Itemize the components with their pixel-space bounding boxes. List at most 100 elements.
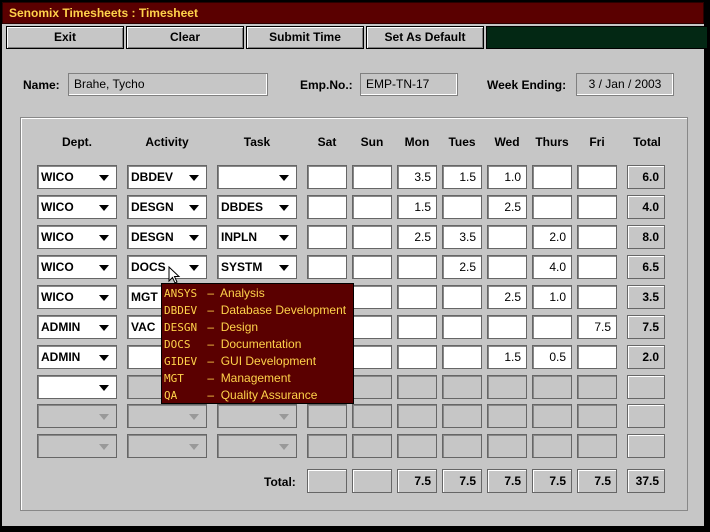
- dept-select: [37, 434, 117, 458]
- window-title: Senomix Timesheets : Timesheet: [9, 6, 198, 20]
- dept-select[interactable]: ADMIN: [37, 315, 117, 339]
- activity-menu-item[interactable]: MGT – Management: [164, 371, 291, 385]
- activity-menu-item[interactable]: DESGN – Design: [164, 320, 258, 334]
- task-select[interactable]: INPLN: [217, 225, 297, 249]
- set-as-default-button[interactable]: Set As Default: [366, 26, 484, 49]
- hours-cell-thurs[interactable]: 2.0: [532, 225, 572, 249]
- hours-cell-sat[interactable]: [307, 225, 347, 249]
- col-header-wed: Wed: [494, 135, 520, 149]
- total-mon: 7.5: [397, 469, 437, 493]
- dept-select-value: ADMIN: [41, 350, 81, 364]
- activity-select: [127, 404, 207, 428]
- hours-cell-tues[interactable]: [442, 195, 482, 219]
- hours-cell-sat: [307, 404, 347, 428]
- hours-cell-wed[interactable]: [487, 255, 527, 279]
- hours-cell-sun[interactable]: [352, 255, 392, 279]
- hours-cell-sun[interactable]: [352, 195, 392, 219]
- week-ending-label: Week Ending:: [487, 78, 567, 92]
- total-wed: 7.5: [487, 469, 527, 493]
- hours-cell-thurs[interactable]: 0.5: [532, 345, 572, 369]
- hours-cell-fri[interactable]: [577, 165, 617, 189]
- hours-cell-mon[interactable]: [397, 285, 437, 309]
- dept-select[interactable]: WICO: [37, 165, 117, 189]
- hours-cell-sun[interactable]: [352, 285, 392, 309]
- submit-time-button[interactable]: Submit Time: [246, 26, 364, 49]
- hours-cell-mon[interactable]: 2.5: [397, 225, 437, 249]
- hours-cell-thurs[interactable]: 1.0: [532, 285, 572, 309]
- activity-menu-item[interactable]: DOCS – Documentation: [164, 337, 301, 351]
- hours-cell-thurs[interactable]: [532, 195, 572, 219]
- hours-cell-sun[interactable]: [352, 165, 392, 189]
- total-sat: [307, 469, 347, 493]
- activity-select-value: DESGN: [131, 230, 174, 244]
- task-select[interactable]: DBDES: [217, 195, 297, 219]
- dept-select[interactable]: WICO: [37, 195, 117, 219]
- hours-cell-sat[interactable]: [307, 255, 347, 279]
- hours-cell-wed[interactable]: 1.5: [487, 345, 527, 369]
- dept-select[interactable]: ADMIN: [37, 345, 117, 369]
- hours-cell-fri[interactable]: [577, 255, 617, 279]
- hours-cell-tues[interactable]: 3.5: [442, 225, 482, 249]
- hours-cell-tues[interactable]: [442, 345, 482, 369]
- dept-select[interactable]: WICO: [37, 285, 117, 309]
- hours-cell-wed[interactable]: [487, 225, 527, 249]
- activity-select[interactable]: DOCS: [127, 255, 207, 279]
- hours-cell-mon[interactable]: [397, 255, 437, 279]
- hours-cell-sat[interactable]: [307, 165, 347, 189]
- task-select[interactable]: SYSTM: [217, 255, 297, 279]
- activity-code: DESGN: [164, 321, 198, 334]
- dept-select[interactable]: WICO: [37, 255, 117, 279]
- activity-menu-item[interactable]: ANSYS – Analysis: [164, 286, 265, 300]
- row-total: 8.0: [627, 225, 665, 249]
- hours-cell-wed[interactable]: 2.5: [487, 195, 527, 219]
- col-header-total: Total: [633, 135, 661, 149]
- exit-button[interactable]: Exit: [6, 26, 124, 49]
- task-select-value: DBDES: [221, 200, 264, 214]
- hours-cell-mon: [397, 375, 437, 399]
- hours-cell-fri[interactable]: [577, 285, 617, 309]
- hours-cell-sun[interactable]: [352, 345, 392, 369]
- activity-menu-item[interactable]: DBDEV – Database Development: [164, 303, 346, 317]
- activity-select-value: DBDEV: [131, 170, 174, 184]
- chevron-down-icon: [99, 265, 109, 271]
- col-header-fri: Fri: [589, 135, 605, 149]
- hours-cell-wed[interactable]: 1.0: [487, 165, 527, 189]
- grand-total: 37.5: [627, 469, 665, 493]
- activity-select[interactable]: DESGN: [127, 195, 207, 219]
- hours-cell-mon[interactable]: 3.5: [397, 165, 437, 189]
- hours-cell-wed[interactable]: 2.5: [487, 285, 527, 309]
- activity-select[interactable]: DESGN: [127, 225, 207, 249]
- separator: –: [204, 354, 221, 368]
- hours-cell-fri[interactable]: 7.5: [577, 315, 617, 339]
- task-select: [217, 434, 297, 458]
- hours-cell-sat[interactable]: [307, 195, 347, 219]
- hours-cell-wed[interactable]: [487, 315, 527, 339]
- col-header-activity: Activity: [145, 135, 189, 149]
- activity-menu-item[interactable]: GIDEV – GUI Development: [164, 354, 316, 368]
- activity-menu-item[interactable]: QA – Quality Assurance: [164, 388, 317, 402]
- hours-cell-fri[interactable]: [577, 195, 617, 219]
- hours-cell-mon[interactable]: 1.5: [397, 195, 437, 219]
- hours-cell-wed: [487, 375, 527, 399]
- hours-cell-thurs[interactable]: [532, 165, 572, 189]
- activity-code: DOCS: [164, 338, 191, 351]
- hours-cell-fri[interactable]: [577, 225, 617, 249]
- activity-select[interactable]: DBDEV: [127, 165, 207, 189]
- hours-cell-tues[interactable]: [442, 315, 482, 339]
- hours-cell-tues[interactable]: 2.5: [442, 255, 482, 279]
- hours-cell-thurs[interactable]: 4.0: [532, 255, 572, 279]
- hours-cell-mon[interactable]: [397, 315, 437, 339]
- dept-select[interactable]: WICO: [37, 225, 117, 249]
- hours-cell-tues[interactable]: 1.5: [442, 165, 482, 189]
- week-ending-field: 3 / Jan / 2003: [576, 73, 674, 96]
- dept-select[interactable]: [37, 375, 117, 399]
- chevron-down-icon: [189, 414, 199, 420]
- hours-cell-tues[interactable]: [442, 285, 482, 309]
- hours-cell-thurs[interactable]: [532, 315, 572, 339]
- clear-button[interactable]: Clear: [126, 26, 244, 49]
- hours-cell-sun[interactable]: [352, 315, 392, 339]
- hours-cell-fri[interactable]: [577, 345, 617, 369]
- hours-cell-mon[interactable]: [397, 345, 437, 369]
- hours-cell-sun[interactable]: [352, 225, 392, 249]
- task-select[interactable]: [217, 165, 297, 189]
